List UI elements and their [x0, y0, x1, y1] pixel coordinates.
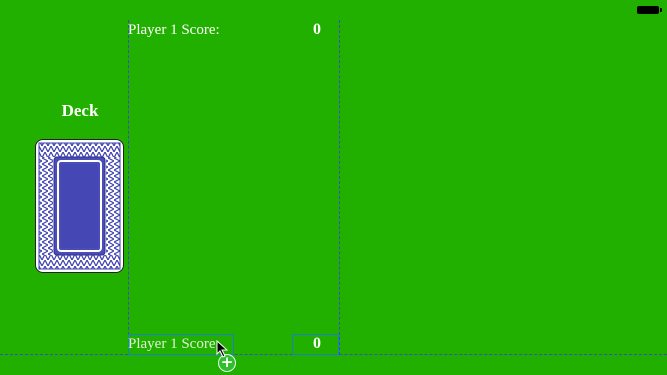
card-back-icon — [38, 142, 121, 270]
guide-line-left — [128, 20, 129, 355]
player-score-label-bottom[interactable]: Player 1 Score: — [128, 335, 220, 353]
deck-title: Deck — [61, 101, 99, 120]
battery-icon — [637, 6, 662, 14]
guide-line-right — [339, 20, 340, 355]
player-score-value-bottom[interactable]: 0 — [297, 335, 321, 353]
player-score-label-top: Player 1 Score: — [128, 22, 220, 38]
cursor-arrow-icon — [216, 340, 229, 358]
player-score-value-top: 0 — [313, 21, 321, 38]
deck-card[interactable] — [35, 139, 124, 273]
